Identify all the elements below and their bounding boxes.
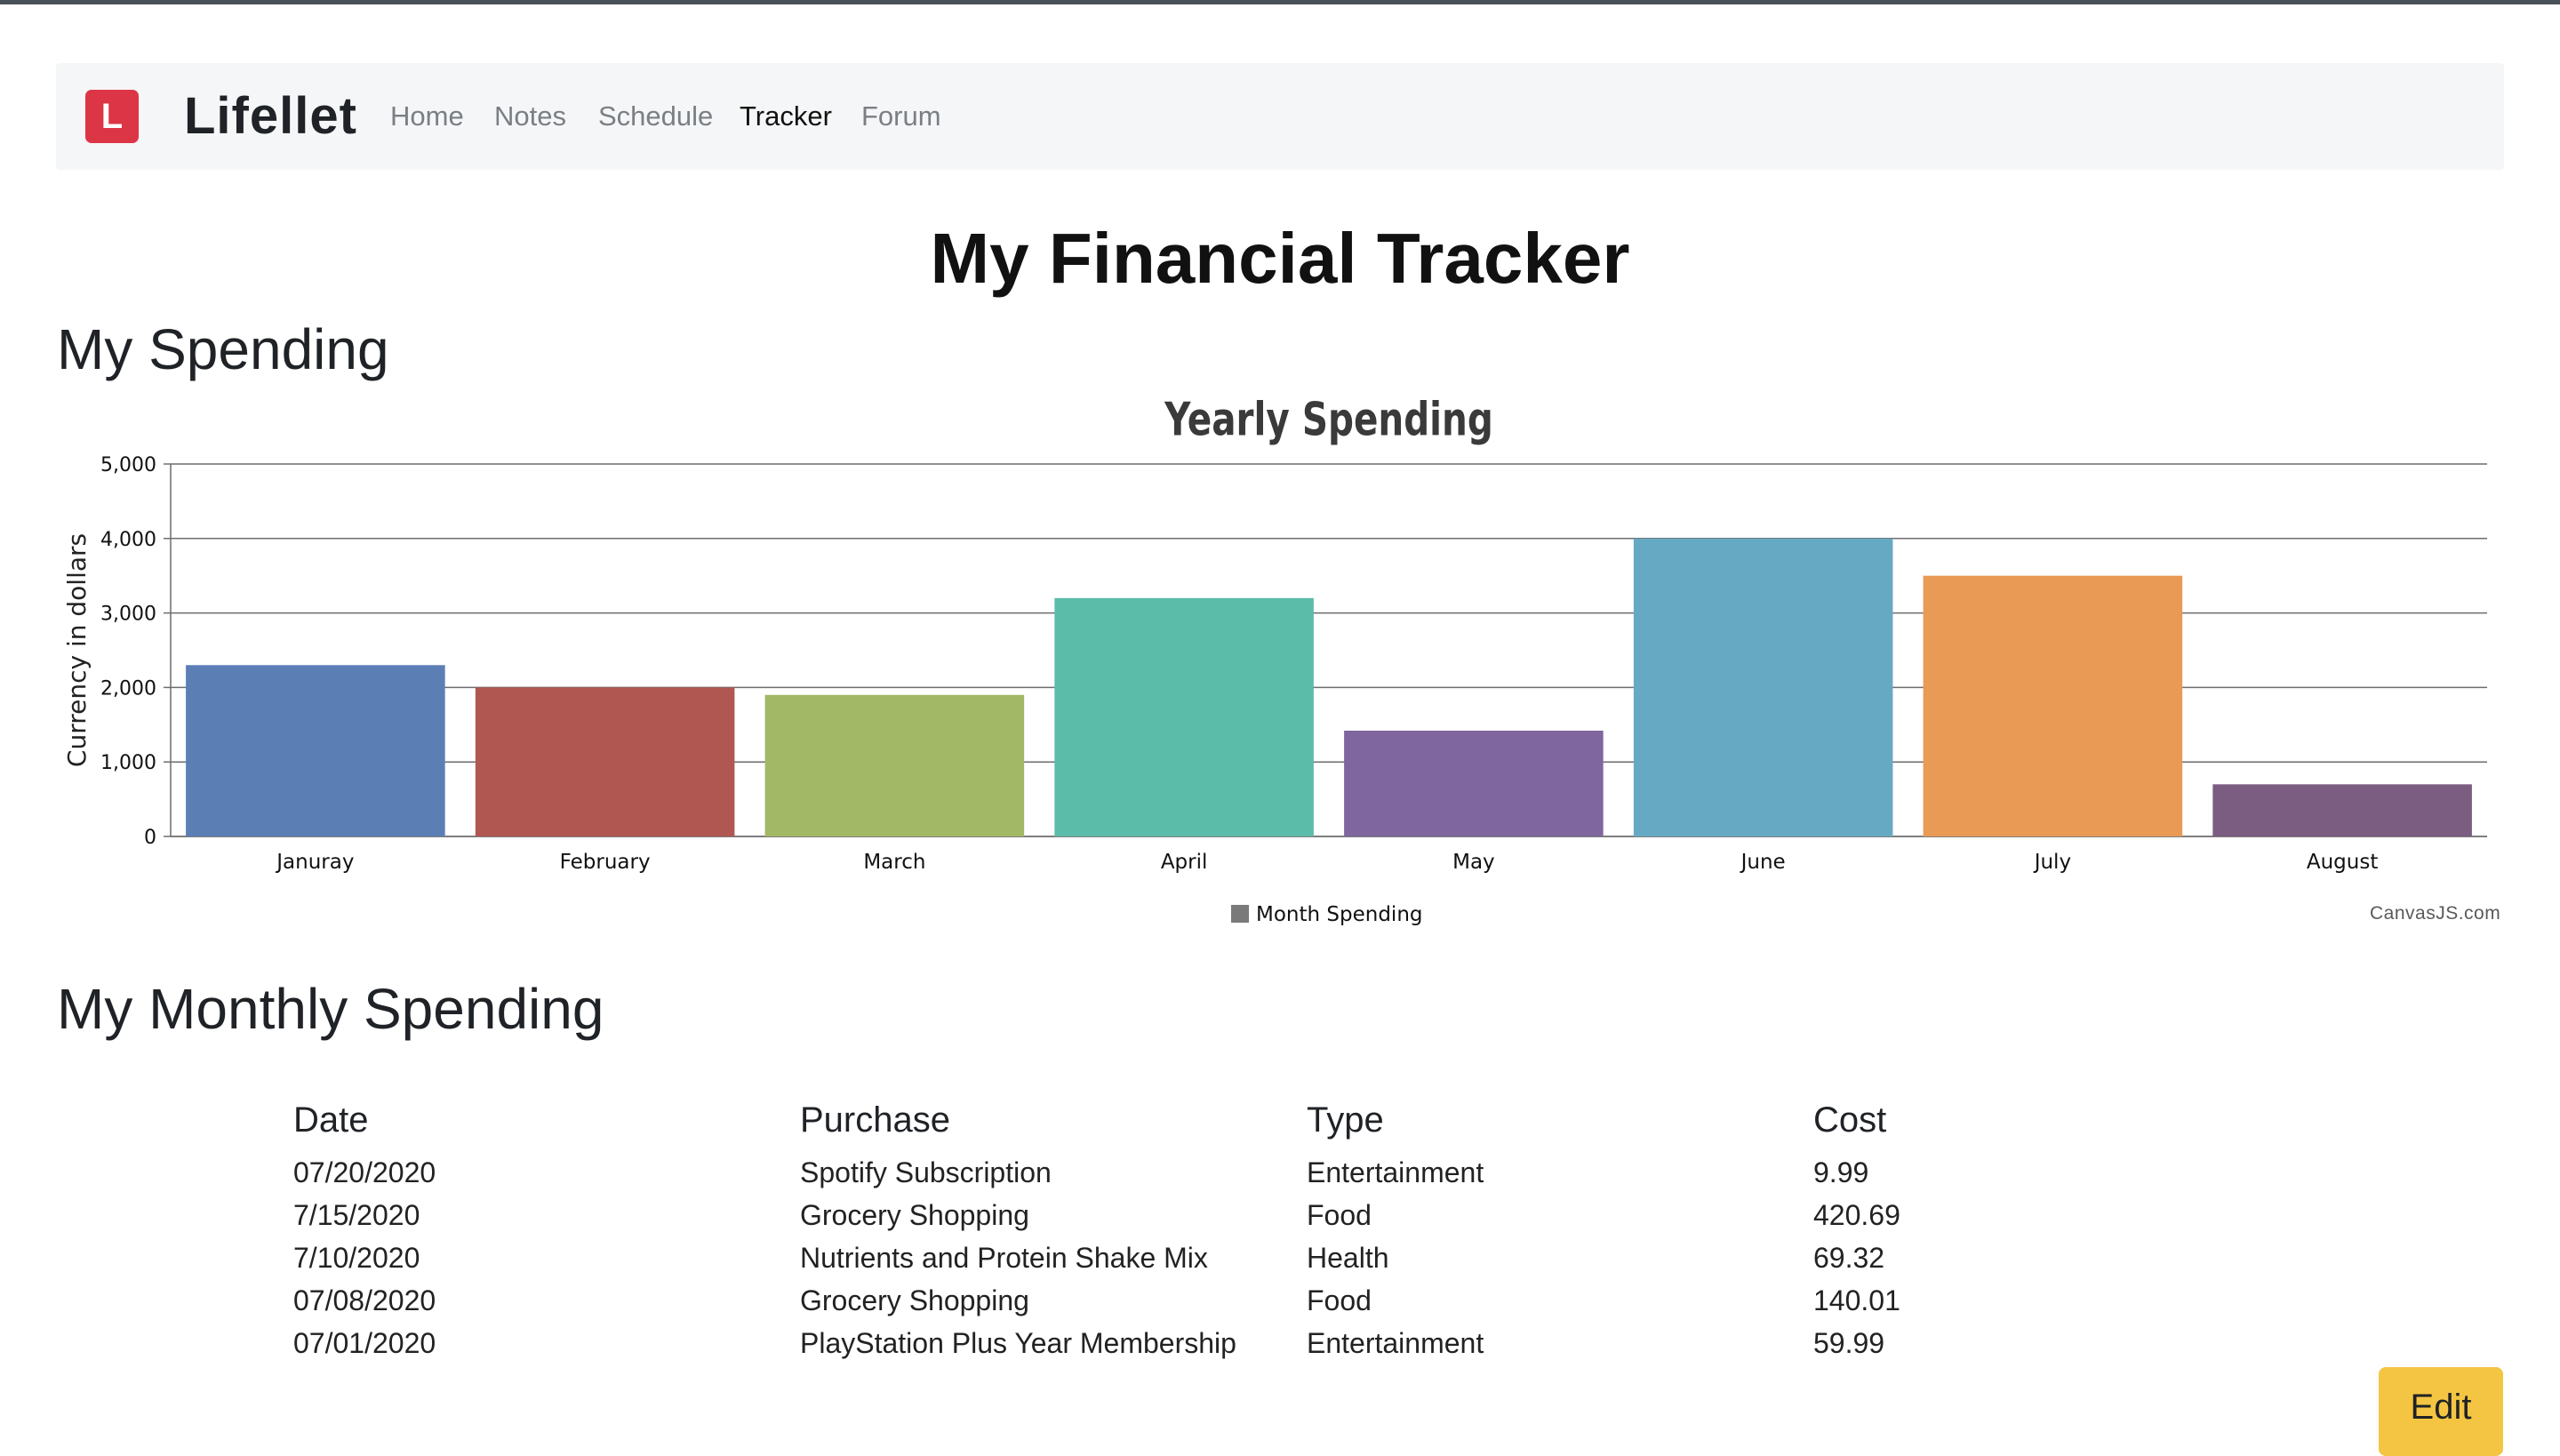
- edit-button[interactable]: Edit: [2379, 1367, 2503, 1456]
- header-cost: Cost: [1813, 1100, 1887, 1140]
- bar-july: [1923, 575, 2183, 836]
- cell-cost: 69.32: [1813, 1242, 1885, 1274]
- cell-date: 07/08/2020: [293, 1284, 436, 1316]
- spending-table: Date Purchase Type Cost 07/20/2020 Spoti…: [293, 1089, 2080, 1364]
- cell-purchase: PlayStation Plus Year Membership: [800, 1327, 1236, 1359]
- cell-purchase: Grocery Shopping: [800, 1199, 1029, 1231]
- nav-link-notes[interactable]: Notes: [494, 97, 566, 136]
- y-tick-label: 2,000: [100, 677, 156, 700]
- cell-type: Health: [1307, 1242, 1389, 1274]
- bar-januray: [186, 665, 445, 836]
- cell-date: 7/10/2020: [293, 1242, 420, 1274]
- brand-name[interactable]: Lifellet: [184, 83, 357, 150]
- x-tick-label: Januray: [275, 851, 354, 874]
- x-tick-label: July: [2033, 851, 2071, 874]
- cell-purchase: Spotify Subscription: [800, 1156, 1052, 1188]
- cell-type: Entertainment: [1307, 1327, 1484, 1359]
- cell-purchase: Grocery Shopping: [800, 1284, 1029, 1316]
- y-tick-label: 5,000: [100, 454, 156, 476]
- table-row: 07/08/2020 Grocery Shopping Food 140.01: [293, 1279, 2080, 1322]
- cell-type: Entertainment: [1307, 1156, 1484, 1188]
- chart-title: Yearly Spending: [1164, 392, 1493, 445]
- bar-august: [2212, 784, 2472, 836]
- cell-date: 7/15/2020: [293, 1199, 420, 1231]
- nav-link-schedule[interactable]: Schedule: [598, 97, 713, 136]
- table-row: 7/10/2020 Nutrients and Protein Shake Mi…: [293, 1236, 2080, 1279]
- bar-april: [1054, 597, 1314, 836]
- bar-may: [1344, 731, 1604, 836]
- x-tick-label: February: [560, 851, 651, 874]
- header-purchase: Purchase: [800, 1100, 950, 1140]
- header-date: Date: [293, 1100, 369, 1140]
- cell-cost: 9.99: [1813, 1156, 1869, 1188]
- nav-link-tracker[interactable]: Tracker: [740, 97, 832, 136]
- y-tick-label: 3,000: [100, 604, 156, 626]
- chart-credit-link[interactable]: CanvasJS.com: [2370, 903, 2500, 924]
- y-axis-label: Currency in dollars: [62, 533, 92, 767]
- legend-label: Month Spending: [1256, 903, 1423, 926]
- top-border: [0, 0, 2560, 4]
- navbar: L Lifellet Home Notes Schedule Tracker F…: [56, 63, 2504, 170]
- table-row: 7/15/2020 Grocery Shopping Food 420.69: [293, 1194, 2080, 1236]
- cell-purchase: Nutrients and Protein Shake Mix: [800, 1242, 1208, 1274]
- cell-date: 07/01/2020: [293, 1327, 436, 1359]
- bar-february: [475, 687, 735, 836]
- x-tick-label: May: [1452, 851, 1495, 874]
- yearly-spending-chart: Yearly Spending 0 1,000 2,000 3,000 4,000 5,00…: [62, 392, 2487, 926]
- cell-type: Food: [1307, 1284, 1372, 1316]
- cell-cost: 140.01: [1813, 1284, 1900, 1316]
- spending-heading: My Spending: [57, 317, 389, 381]
- x-tick-label: August: [2307, 851, 2379, 874]
- cell-date: 07/20/2020: [293, 1156, 436, 1188]
- nav-link-forum[interactable]: Forum: [861, 97, 941, 136]
- cell-type: Food: [1307, 1199, 1372, 1231]
- legend-swatch: [1231, 905, 1249, 923]
- bar-june: [1633, 538, 1893, 836]
- brand-logo-icon[interactable]: L: [85, 90, 139, 143]
- y-tick-label: 1,000: [100, 752, 156, 774]
- bar-march: [764, 694, 1025, 836]
- y-tick-label: 0: [144, 827, 156, 849]
- table-header-row: Date Purchase Type Cost: [293, 1089, 2080, 1151]
- x-tick-label: March: [863, 851, 925, 874]
- x-tick-label: April: [1161, 851, 1208, 874]
- nav-link-home[interactable]: Home: [390, 97, 464, 136]
- y-tick-label: 4,000: [100, 529, 156, 551]
- table-row: 07/20/2020 Spotify Subscription Entertai…: [293, 1151, 2080, 1194]
- header-type: Type: [1307, 1100, 1384, 1140]
- monthly-spending-heading: My Monthly Spending: [57, 977, 604, 1041]
- table-row: 07/01/2020 PlayStation Plus Year Members…: [293, 1322, 2080, 1364]
- page-title: My Financial Tracker: [930, 219, 1630, 298]
- cell-cost: 59.99: [1813, 1327, 1885, 1359]
- cell-cost: 420.69: [1813, 1199, 1900, 1231]
- x-tick-label: June: [1740, 851, 1786, 874]
